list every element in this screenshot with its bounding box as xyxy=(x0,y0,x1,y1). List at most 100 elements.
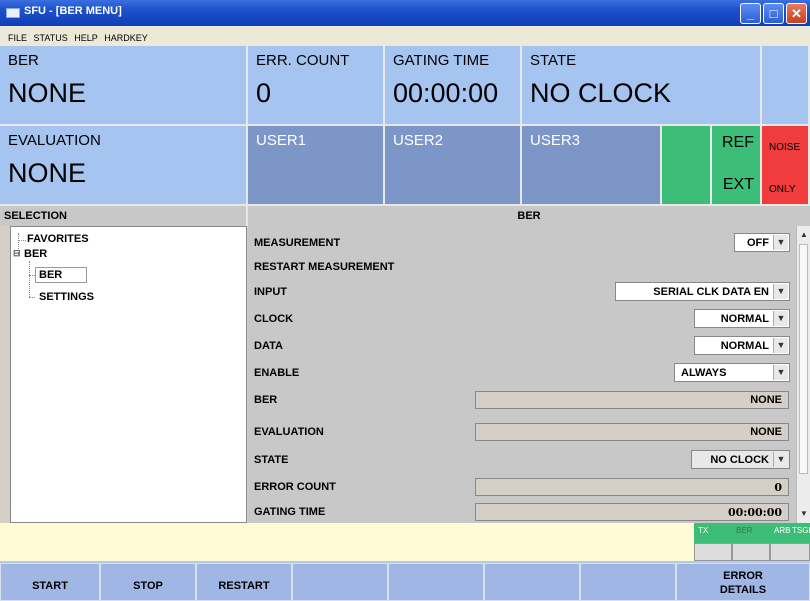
app-icon xyxy=(6,8,20,18)
selection-header: SELECTION xyxy=(0,206,248,226)
restart-button[interactable]: RESTART xyxy=(196,563,292,601)
measurement-dropdown[interactable]: OFF ▼ xyxy=(734,233,790,252)
clock-value: NORMAL xyxy=(720,313,769,325)
tile-user3-label: USER3 xyxy=(530,132,581,149)
tile-status-green xyxy=(662,126,712,206)
param-error-count-label: ERROR COUNT xyxy=(254,481,336,493)
menu-hardkey[interactable]: HARDKEY xyxy=(104,33,148,43)
data-dropdown[interactable]: NORMAL ▼ xyxy=(694,336,790,355)
tree-item-ber[interactable]: BER xyxy=(35,267,88,283)
tile-user2[interactable]: USER2 xyxy=(385,126,522,206)
enable-dropdown[interactable]: ALWAYS ▼ xyxy=(674,363,790,382)
tile-ref-value: EXT xyxy=(722,176,754,193)
param-row-state: STATE NO CLOCK ▼ xyxy=(248,447,796,471)
maximize-button[interactable]: □ xyxy=(763,3,784,24)
tile-noise[interactable]: NOISE ONLY xyxy=(762,126,810,206)
tile-evaluation[interactable]: EVALUATION NONE xyxy=(0,126,248,206)
tile-evaluation-label: EVALUATION xyxy=(8,132,101,149)
tree-line xyxy=(29,261,30,297)
state-value: NO CLOCK xyxy=(710,454,769,466)
param-enable-label: ENABLE xyxy=(254,367,300,379)
tile-user3[interactable]: USER3 xyxy=(522,126,662,206)
chevron-down-icon[interactable]: ▼ xyxy=(773,365,788,380)
tile-blank xyxy=(762,46,810,126)
param-clock-label: CLOCK xyxy=(254,313,294,325)
chevron-down-icon[interactable]: ▼ xyxy=(773,235,788,250)
param-input-label: INPUT xyxy=(254,286,287,298)
tile-state[interactable]: STATE NO CLOCK xyxy=(522,46,762,126)
param-data-label: DATA xyxy=(254,340,283,352)
param-evaluation-label: EVALUATION xyxy=(254,426,324,438)
tile-gating-time[interactable]: GATING TIME 00:00:00 xyxy=(385,46,522,126)
menu-status[interactable]: STATUS xyxy=(34,33,68,43)
param-gating-time-label: GATING TIME xyxy=(254,506,326,518)
tile-gating-time-value: 00:00:00 xyxy=(393,78,499,108)
tree-line xyxy=(29,297,35,298)
param-row-clock: CLOCK NORMAL ▼ xyxy=(248,306,796,330)
gating-time-readout: 00:00:00 xyxy=(475,503,789,521)
softkey-4[interactable] xyxy=(292,563,388,601)
close-button[interactable]: ✕ xyxy=(786,3,807,24)
param-restart-label[interactable]: RESTART MEASUREMENT xyxy=(254,261,394,273)
tile-ber-label: BER xyxy=(8,52,39,69)
tree-item-settings[interactable]: SETTINGS xyxy=(39,291,94,303)
error-details-button[interactable]: ERROR DETAILS xyxy=(676,563,810,601)
param-row-evaluation: EVALUATION NONE xyxy=(248,419,796,443)
title-bar: SFU - [BER MENU] _ □ ✕ xyxy=(0,0,810,26)
param-ber-label: BER xyxy=(254,394,278,406)
parameter-panel: MEASUREMENT OFF ▼ RESTART MEASUREMENT IN… xyxy=(248,226,796,523)
tile-ber[interactable]: BER NONE xyxy=(0,46,248,126)
menu-file[interactable]: FILE xyxy=(8,33,27,43)
softkey-5[interactable] xyxy=(388,563,484,601)
tile-state-value: NO CLOCK xyxy=(530,78,672,108)
menu-help[interactable]: HELP xyxy=(74,33,98,43)
minimize-button[interactable]: _ xyxy=(740,3,761,24)
start-button[interactable]: START xyxy=(0,563,100,601)
tile-err-count-label: ERR. COUNT xyxy=(256,52,350,69)
scroll-up-icon[interactable]: ▲ xyxy=(797,228,810,242)
measurement-value: OFF xyxy=(747,237,769,249)
mode-tx-box xyxy=(694,543,732,561)
param-row-measurement: MEASUREMENT OFF ▼ xyxy=(248,230,796,254)
tree-item-favorites[interactable]: FAVORITES xyxy=(27,233,89,245)
softkey-6[interactable] xyxy=(484,563,580,601)
clock-dropdown[interactable]: NORMAL ▼ xyxy=(694,309,790,328)
tree-line xyxy=(18,240,26,241)
parameter-scrollbar[interactable]: ▲ ▼ xyxy=(796,226,810,523)
param-row-enable: ENABLE ALWAYS ▼ xyxy=(248,360,796,384)
tree-expand-icon[interactable]: ⊟ xyxy=(13,248,21,259)
ber-readout: NONE xyxy=(475,391,789,409)
tree-item-ber-group[interactable]: BER xyxy=(24,248,47,260)
softkey-7[interactable] xyxy=(580,563,676,601)
tile-user2-label: USER2 xyxy=(393,132,444,149)
info-bar: TX BER ARB xyxy=(0,523,810,561)
softkey-bar: START STOP RESTART ERROR DETAILS xyxy=(0,561,810,601)
param-row-gating-time: GATING TIME 00:00:00 xyxy=(248,499,796,523)
param-row-restart[interactable]: RESTART MEASUREMENT xyxy=(248,254,796,278)
window-title: SFU - [BER MENU] xyxy=(24,5,122,17)
tile-err-count[interactable]: ERR. COUNT 0 xyxy=(248,46,385,126)
tile-user1[interactable]: USER1 xyxy=(248,126,385,206)
param-row-input: INPUT SERIAL CLK DATA EN ▼ xyxy=(248,279,796,303)
tile-evaluation-value: NONE xyxy=(8,158,87,188)
data-value: NORMAL xyxy=(720,340,769,352)
chevron-down-icon[interactable]: ▼ xyxy=(773,311,788,326)
state-dropdown: NO CLOCK ▼ xyxy=(691,450,790,469)
mode-ber[interactable]: BER xyxy=(732,523,770,543)
chevron-down-icon[interactable]: ▼ xyxy=(773,338,788,353)
param-row-error-count: ERROR COUNT 0 xyxy=(248,474,796,498)
menu-bar: FILE STATUS HELP HARDKEY xyxy=(0,26,810,46)
enable-value: ALWAYS xyxy=(681,367,727,379)
scroll-down-icon[interactable]: ▼ xyxy=(797,507,810,521)
mode-arb-box xyxy=(770,543,810,561)
scroll-thumb[interactable] xyxy=(799,244,808,474)
mode-tx[interactable]: TX xyxy=(694,523,732,543)
param-row-ber: BER NONE xyxy=(248,387,796,411)
param-measurement-label: MEASUREMENT xyxy=(254,237,341,249)
chevron-down-icon[interactable]: ▼ xyxy=(773,284,788,299)
tile-ref[interactable]: REF EXT xyxy=(712,126,762,206)
input-dropdown[interactable]: SERIAL CLK DATA EN ▼ xyxy=(615,282,790,301)
param-state-label: STATE xyxy=(254,454,289,466)
stop-button[interactable]: STOP xyxy=(100,563,196,601)
mode-tsgen[interactable]: TSGEN xyxy=(770,523,810,543)
